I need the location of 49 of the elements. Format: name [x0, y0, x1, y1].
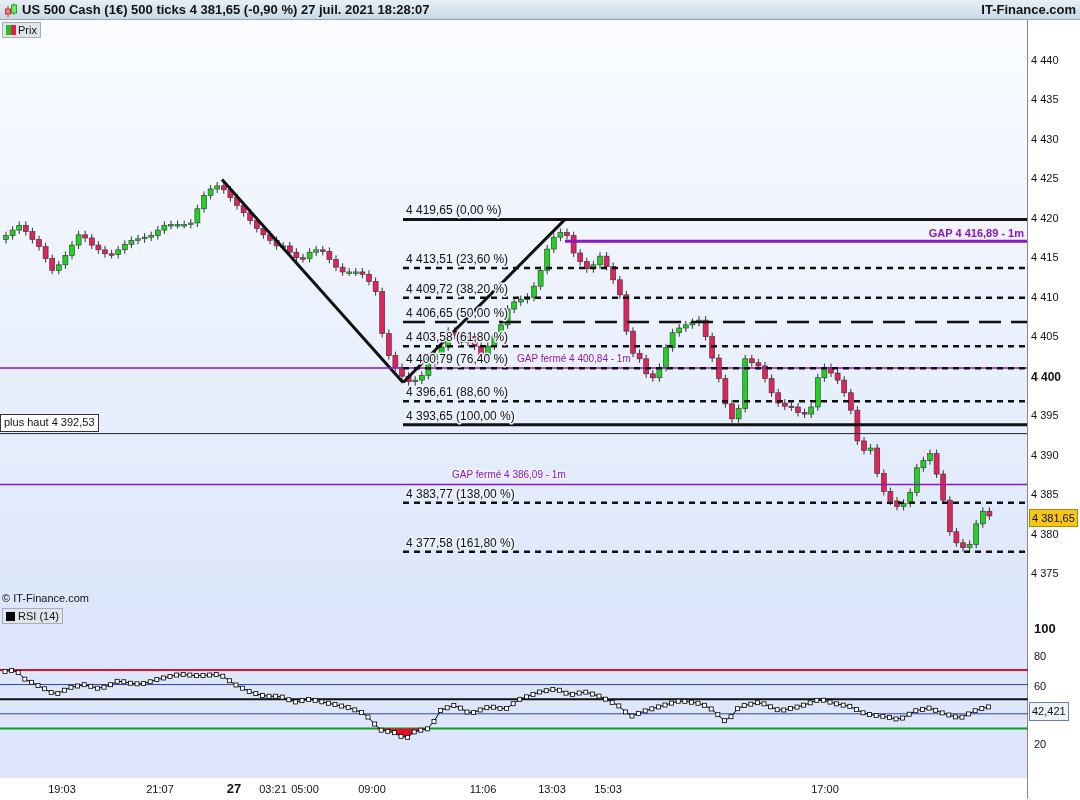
y-axis-label: 4 435: [1031, 92, 1059, 108]
y-axis-label: 4 390: [1031, 447, 1059, 463]
candlestick-icon: [4, 1, 18, 18]
y-axis-label: 4 420: [1031, 210, 1059, 226]
y-axis-label: 100: [1034, 620, 1056, 639]
legend-label: Prix: [18, 22, 37, 38]
x-axis-label: 17:00: [810, 782, 840, 797]
square-icon: [6, 611, 15, 621]
y-axis-label: 4 405: [1031, 329, 1059, 345]
current-price-tag: 4 381,65: [1029, 508, 1078, 528]
y-axis-label: 4 425: [1031, 171, 1059, 187]
window-title: US 500 Cash (1€) 500 ticks 4 381,65 (-0,90 %) 27 juil. 2021 18:28:07: [22, 0, 430, 19]
y-axis-label: 4 415: [1031, 250, 1059, 266]
y-axis-label: 4 380: [1031, 526, 1059, 542]
x-axis-label: 15:03: [593, 782, 623, 797]
y-axis-label: 80: [1034, 649, 1047, 665]
legend-label: RSI (14): [18, 608, 59, 624]
fib-level-label: 4 383,77 (138,00 %): [406, 486, 515, 501]
x-axis-label: 11:06: [468, 782, 498, 797]
gap-label: GAP 4 416,89 - 1m: [928, 227, 1024, 240]
y-axis-label: 4 440: [1031, 52, 1059, 68]
fib-level-label: 4 396,61 (88,60 %): [406, 385, 509, 400]
fib-level-label: 4 413,51 (23,60 %): [406, 251, 509, 266]
high-marker-label: plus haut 4 392,53: [0, 413, 99, 432]
x-axis-label: 09:00: [357, 782, 387, 797]
x-axis-label: 13:03: [537, 782, 567, 797]
rsi-value-tag: 42,421: [1029, 702, 1069, 721]
x-axis-label: 21:07: [145, 782, 175, 797]
fib-level-label: 4 377,58 (161,80 %): [406, 535, 515, 550]
x-axis-label: 19:03: [47, 782, 77, 797]
x-axis-label: 05:00: [290, 782, 320, 797]
y-axis-label: 20: [1034, 737, 1047, 753]
y-axis-label: 4 395: [1031, 408, 1059, 424]
color-swatch-icon: [6, 25, 16, 35]
fib-level-label: 4 393,65 (100,00 %): [406, 408, 515, 423]
y-axis-label: 4 375: [1031, 566, 1059, 582]
copyright-text: © IT-Finance.com: [2, 590, 89, 606]
y-axis-label: 4 410: [1031, 289, 1059, 305]
y-axis-label: 4 400: [1031, 368, 1062, 386]
gap-label: GAP fermé 4 400,84 - 1m: [517, 352, 631, 364]
gap-label: GAP fermé 4 386,09 - 1m: [452, 469, 566, 481]
x-axis-label: 27: [225, 780, 243, 798]
x-axis-label: 03:21: [258, 782, 288, 797]
y-axis-label: 4 385: [1031, 487, 1059, 503]
y-axis-label: 4 430: [1031, 131, 1059, 147]
candlestick: [663, 343, 669, 372]
fib-level-label: 4 419,65 (0,00 %): [406, 203, 502, 218]
brand-name: IT-Finance.com: [981, 0, 1076, 19]
y-axis-label: 60: [1034, 678, 1047, 694]
